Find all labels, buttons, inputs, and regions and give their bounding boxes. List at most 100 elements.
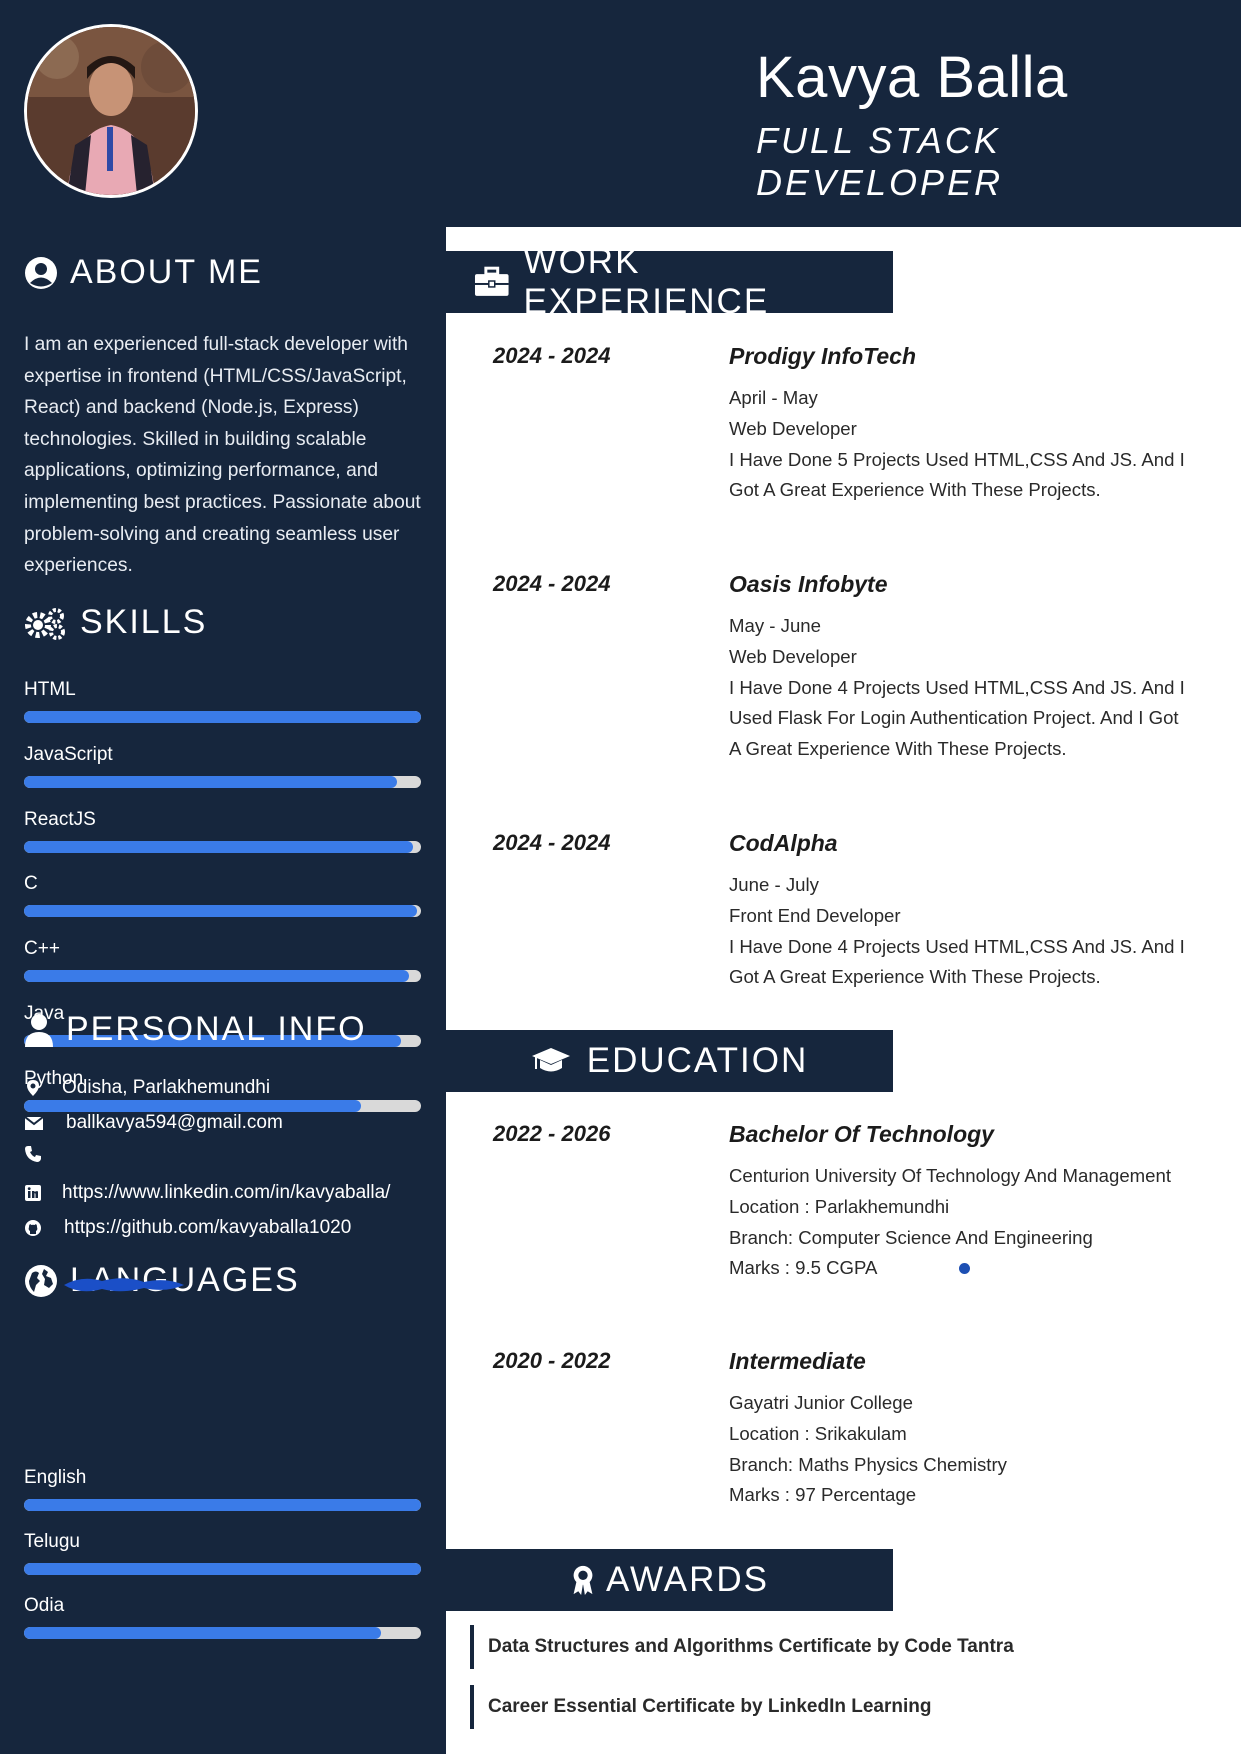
education-entry-details: Gayatri Junior College Location : Srikaku… <box>729 1388 1219 1511</box>
work-entry-details: April - May Web Developer I Have Done 5 Pr… <box>729 383 1219 506</box>
phone-icon <box>25 1146 41 1162</box>
envelope-icon <box>24 1116 44 1130</box>
skill-item: JavaScript <box>24 744 421 788</box>
education-entry-detail-line: Location : Parlakhemundhi <box>729 1195 950 1217</box>
education-entry-detail-line: Centurion University Of Technology And M… <box>729 1165 1172 1186</box>
skill-level-fill <box>24 711 421 723</box>
language-level-bar <box>24 1563 421 1575</box>
skills-heading: SKILLS <box>24 603 207 642</box>
user-circle-icon <box>25 256 57 289</box>
education-entry-title: Bachelor Of Technology <box>729 1121 994 1147</box>
language-label: Telugu <box>24 1531 80 1552</box>
skill-level-bar <box>24 1099 421 1112</box>
education-entry-years: 2022 - 2026 <box>493 1121 611 1146</box>
skill-level-fill <box>24 840 414 853</box>
work-entry-detail-line: Got A Great Experience With These Projec… <box>729 966 1101 988</box>
briefcase-icon <box>474 266 509 296</box>
award-ribbon-icon <box>573 1565 593 1596</box>
education-entry-details: Centurion University Of Technology And M… <box>729 1161 1219 1284</box>
education-entry-title: Intermediate <box>729 1348 866 1374</box>
skill-level-bar <box>24 905 421 918</box>
skill-item: C++ <box>24 938 421 983</box>
email-row: ballkavya594@gmail.com <box>24 1112 283 1134</box>
about-heading: ABOUT ME <box>24 253 263 292</box>
work-entry-detail-line: April - May <box>729 387 818 408</box>
skill-item: ReactJS <box>24 809 421 853</box>
linkedin-icon <box>25 1185 41 1201</box>
github-icon <box>25 1220 41 1236</box>
work-entry-years: 2024 - 2024 <box>493 343 611 368</box>
work-entry-detail-line: May - June <box>729 615 821 636</box>
graduation-cap-icon <box>531 1048 570 1072</box>
skill-level-bar <box>24 970 421 983</box>
language-level-bar <box>24 1627 421 1639</box>
location-row: Odisha, Parlakhemundhi <box>24 1077 270 1099</box>
bullet-dot <box>959 1263 970 1274</box>
personal-info-heading: PERSONAL INFO <box>24 1010 367 1049</box>
linkedin-link[interactable]: https://www.linkedin.com/in/kavyaballa/ <box>62 1182 390 1204</box>
language-level-fill <box>24 1627 382 1639</box>
language-level-fill <box>24 1563 421 1575</box>
education-entry-detail-line: Marks : 97 Percentage <box>729 1484 917 1506</box>
github-row: https://github.com/kavyaballa1020 <box>24 1217 351 1239</box>
skill-label: C <box>24 873 38 895</box>
work-entry-detail-line: I Have Done 4 Projects Used HTML,CSS And… <box>729 935 1185 957</box>
skill-level-fill <box>24 905 418 918</box>
header: Kavya Balla FULL STACK DEVELOPER <box>0 0 1241 227</box>
work-entry-detail-line: I Have Done 5 Projects Used HTML,CSS And… <box>729 448 1185 470</box>
phone-row <box>24 1145 62 1163</box>
work-experience-banner: WORK EXPERIENCE <box>446 242 893 321</box>
candidate-name: Kavya Balla <box>756 45 1068 110</box>
language-label: Odia <box>24 1595 65 1616</box>
skill-level-fill <box>24 970 410 983</box>
education-banner: EDUCATION <box>446 1030 893 1092</box>
skill-level-bar <box>24 840 421 853</box>
skill-label: C++ <box>24 938 60 960</box>
profile-photo <box>24 24 198 198</box>
skill-level-fill <box>24 775 398 788</box>
work-entry-title: CodAlpha <box>729 830 838 856</box>
skill-level-fill <box>24 1099 362 1112</box>
skill-item: C <box>24 873 421 918</box>
work-entry-title: Oasis Infobyte <box>729 571 888 597</box>
work-entry-detail-line: Got A Great Experience With These Projec… <box>729 479 1101 501</box>
language-level-fill <box>24 1499 421 1511</box>
person-icon <box>25 1013 53 1047</box>
gears-icon <box>25 607 65 640</box>
work-entry-details: June - July Front End Developer I Have Don… <box>729 870 1219 993</box>
github-link[interactable]: https://github.com/kavyaballa1020 <box>64 1217 351 1239</box>
language-item: Telugu <box>24 1531 421 1575</box>
linkedin-row: https://www.linkedin.com/in/kavyaballa/ <box>24 1182 390 1204</box>
work-entry-detail-line: Web Developer <box>729 645 857 667</box>
work-entry-detail-line: Web Developer <box>729 417 857 439</box>
candidate-role: FULL STACK DEVELOPER <box>756 120 1004 203</box>
redaction-mark <box>64 1278 184 1292</box>
education-entry-years: 2020 - 2022 <box>493 1348 611 1373</box>
award-item: Data Structures and Algorithms Certifica… <box>470 1625 1014 1669</box>
language-level-bar <box>24 1499 421 1511</box>
skill-label: JavaScript <box>24 743 113 765</box>
skill-label: HTML <box>24 679 76 700</box>
language-item: Odia <box>24 1595 421 1639</box>
skill-label: ReactJS <box>24 808 96 830</box>
language-item: English <box>24 1467 421 1511</box>
work-entry-detail-line: June - July <box>729 874 819 895</box>
work-entry-detail-line: A Great Experience With These Projects. <box>729 738 1067 760</box>
skill-level-bar <box>24 775 421 788</box>
education-entry-detail-line: Branch: Computer Science And Engineering <box>729 1226 1093 1248</box>
award-item: Career Essential Certificate by LinkedIn… <box>470 1685 931 1729</box>
sidebar: ABOUT ME I am an experienced full-stack … <box>0 227 446 1754</box>
work-entry-years: 2024 - 2024 <box>493 830 611 855</box>
work-entry-details: May - June Web Developer I Have Done 4 Pro… <box>729 611 1219 765</box>
email-link[interactable]: ballkavya594@gmail.com <box>66 1112 283 1134</box>
education-entry-detail-line: Location : Srikakulam <box>729 1422 907 1444</box>
education-entry-detail-line: Gayatri Junior College <box>729 1392 913 1413</box>
skill-level-bar <box>24 711 421 723</box>
education-entry-detail-line: Marks : 9.5 CGPA <box>729 1257 878 1279</box>
skill-item: HTML <box>24 679 421 723</box>
education-entry-detail-line: Branch: Maths Physics Chemistry <box>729 1453 1007 1475</box>
work-entry-detail-line: Front End Developer <box>729 904 901 926</box>
work-entry-detail-line: I Have Done 4 Projects Used HTML,CSS And… <box>729 676 1185 698</box>
globe-icon <box>25 1264 57 1297</box>
map-pin-icon <box>27 1080 39 1096</box>
